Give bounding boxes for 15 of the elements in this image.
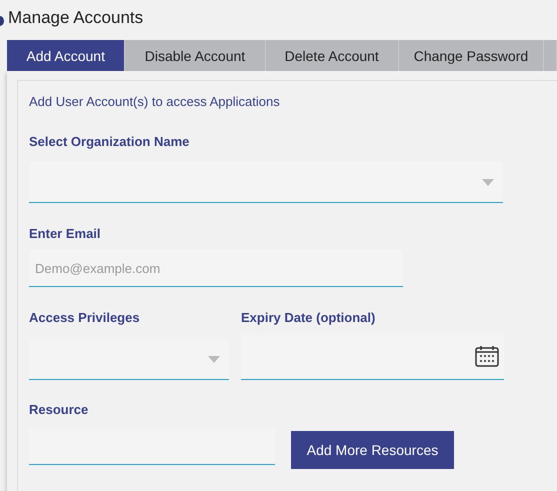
caret-icon bbox=[482, 179, 494, 186]
tab[interactable]: Disable Account bbox=[125, 40, 266, 71]
field-label: Expiry Date (optional) bbox=[241, 310, 376, 325]
form-heading: Add User Account(s) to access Applications bbox=[29, 94, 281, 109]
field-label: Select Organization Name bbox=[29, 134, 190, 149]
field-label: Enter Email bbox=[29, 226, 102, 241]
page-title: Manage Accounts bbox=[8, 8, 144, 28]
field-label: Access Privileges bbox=[29, 310, 141, 325]
tab[interactable]: Change Password bbox=[398, 40, 544, 71]
add-resources-button[interactable]: Add More Resources bbox=[291, 431, 454, 469]
field-label: Resource bbox=[29, 402, 90, 417]
calendar-icon[interactable] bbox=[475, 345, 499, 367]
caret-icon bbox=[208, 356, 220, 363]
tab[interactable]: Delete Account bbox=[266, 40, 399, 71]
tab[interactable]: Add Account bbox=[7, 40, 126, 71]
